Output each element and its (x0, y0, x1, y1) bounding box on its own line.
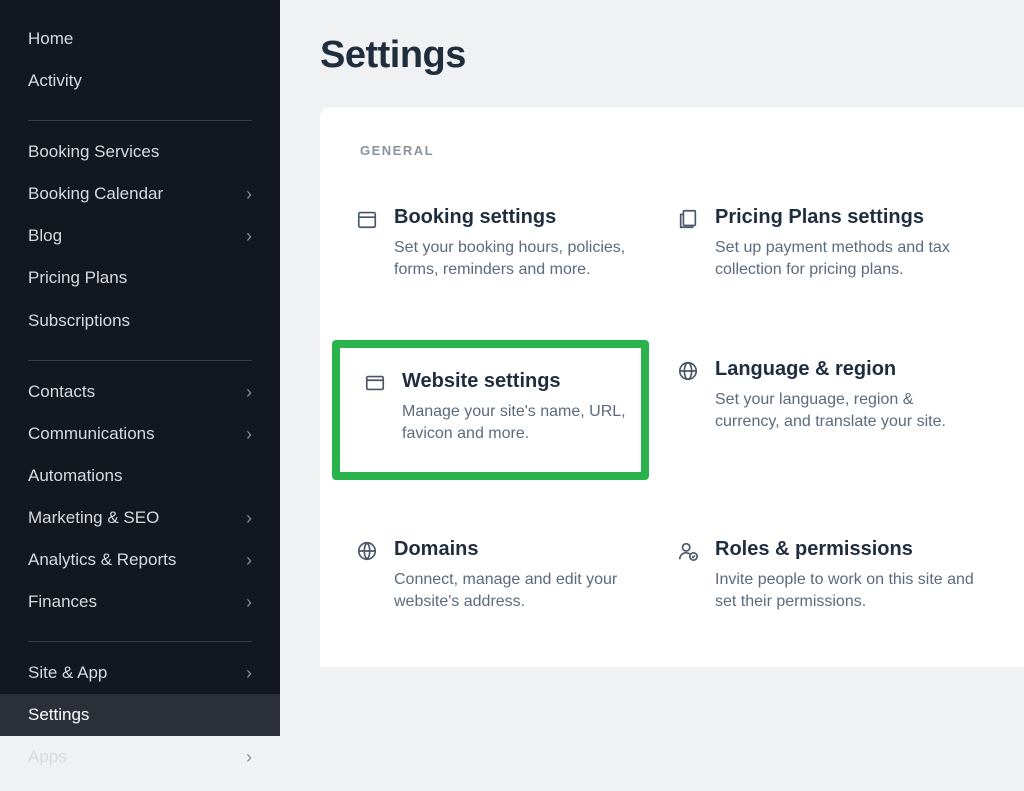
card-roles-permissions[interactable]: Roles & permissions Invite people to wor… (669, 520, 994, 632)
sidebar-divider (28, 641, 252, 642)
card-title: Pricing Plans settings (715, 206, 976, 229)
card-description: Invite people to work on this site and s… (715, 569, 976, 614)
sidebar-item-subscriptions[interactable]: Subscriptions (0, 300, 280, 342)
card-description: Set your booking hours, policies, forms,… (394, 237, 631, 282)
sidebar-item-blog[interactable]: Blog › (0, 215, 280, 257)
sidebar-item-automations[interactable]: Automations (0, 455, 280, 497)
sidebar-item-label: Home (28, 28, 73, 50)
card-body: Language & region Set your language, reg… (715, 358, 976, 434)
page-title: Settings (320, 34, 1024, 77)
sidebar-item-finances[interactable]: Finances › (0, 581, 280, 623)
sidebar-item-pricing-plans[interactable]: Pricing Plans (0, 257, 280, 299)
browser-window-icon (364, 372, 386, 394)
sidebar-item-label: Booking Calendar (28, 183, 163, 205)
settings-panel: GENERAL Booking settings Set your bookin… (320, 107, 1024, 667)
card-body: Booking settings Set your booking hours,… (394, 206, 631, 282)
chevron-right-icon: › (246, 185, 252, 203)
card-title: Roles & permissions (715, 538, 976, 561)
sidebar-item-settings[interactable]: Settings (0, 694, 280, 736)
card-booking-settings[interactable]: Booking settings Set your booking hours,… (324, 188, 649, 300)
sidebar-item-label: Marketing & SEO (28, 507, 159, 529)
card-description: Set your language, region & currency, an… (715, 389, 976, 434)
card-domains[interactable]: Domains Connect, manage and edit your we… (324, 520, 649, 632)
sidebar-item-label: Contacts (28, 381, 95, 403)
sidebar-divider (28, 360, 252, 361)
sidebar-item-label: Booking Services (28, 141, 159, 163)
sidebar-item-label: Pricing Plans (28, 267, 127, 289)
sidebar-item-label: Finances (28, 591, 97, 613)
card-title: Website settings (402, 370, 631, 393)
chevron-right-icon: › (246, 748, 252, 766)
sidebar-item-label: Subscriptions (28, 310, 130, 332)
sidebar-group-3: Contacts › Communications › Automations … (0, 371, 280, 636)
card-body: Roles & permissions Invite people to wor… (715, 538, 976, 614)
chevron-right-icon: › (246, 509, 252, 527)
sidebar-divider (28, 120, 252, 121)
card-body: Domains Connect, manage and edit your we… (394, 538, 631, 614)
sidebar-item-communications[interactable]: Communications › (0, 413, 280, 455)
sidebar-item-site-app[interactable]: Site & App › (0, 652, 280, 694)
sidebar-item-marketing-seo[interactable]: Marketing & SEO › (0, 497, 280, 539)
sidebar-item-analytics-reports[interactable]: Analytics & Reports › (0, 539, 280, 581)
sidebar-item-label: Automations (28, 465, 123, 487)
sidebar-item-booking-services[interactable]: Booking Services (0, 131, 280, 173)
chevron-right-icon: › (246, 227, 252, 245)
sidebar-group-4: Site & App › Settings Apps › (0, 652, 280, 790)
sidebar-item-label: Blog (28, 225, 62, 247)
sidebar-item-label: Settings (28, 704, 89, 726)
globe-icon (677, 360, 699, 382)
sidebar: Home Activity Booking Services Booking C… (0, 0, 280, 702)
card-description: Set up payment methods and tax collectio… (715, 237, 976, 282)
user-check-icon (677, 540, 699, 562)
chevron-right-icon: › (246, 383, 252, 401)
sidebar-item-home[interactable]: Home (0, 18, 280, 60)
card-title: Domains (394, 538, 631, 561)
sidebar-item-label: Activity (28, 70, 82, 92)
main-content: Settings GENERAL Booking settings Set yo… (280, 0, 1024, 702)
sidebar-group-1: Home Activity (0, 18, 280, 114)
card-description: Connect, manage and edit your website's … (394, 569, 631, 614)
globe-alt-icon (356, 540, 378, 562)
card-description: Manage your site's name, URL, favicon an… (402, 401, 631, 446)
sidebar-group-2: Booking Services Booking Calendar › Blog… (0, 131, 280, 353)
section-label-general: GENERAL (360, 143, 1024, 158)
sidebar-item-label: Site & App (28, 662, 107, 684)
settings-cards-grid: Booking settings Set your booking hours,… (320, 188, 1024, 631)
sidebar-item-apps[interactable]: Apps › (0, 736, 280, 778)
card-pricing-plans-settings[interactable]: Pricing Plans settings Set up payment me… (669, 188, 994, 300)
chevron-right-icon: › (246, 425, 252, 443)
sidebar-item-activity[interactable]: Activity (0, 60, 280, 102)
chevron-right-icon: › (246, 664, 252, 682)
document-stack-icon (677, 208, 699, 230)
card-website-settings[interactable]: Website settings Manage your site's name… (332, 340, 649, 480)
sidebar-item-label: Apps (28, 746, 67, 768)
sidebar-item-label: Communications (28, 423, 155, 445)
sidebar-item-label: Analytics & Reports (28, 549, 176, 571)
card-body: Website settings Manage your site's name… (402, 370, 631, 446)
chevron-right-icon: › (246, 551, 252, 569)
chevron-right-icon: › (246, 593, 252, 611)
card-title: Language & region (715, 358, 976, 381)
sidebar-item-booking-calendar[interactable]: Booking Calendar › (0, 173, 280, 215)
sidebar-item-contacts[interactable]: Contacts › (0, 371, 280, 413)
card-body: Pricing Plans settings Set up payment me… (715, 206, 976, 282)
calendar-icon (356, 208, 378, 230)
card-language-region[interactable]: Language & region Set your language, reg… (669, 340, 994, 480)
card-title: Booking settings (394, 206, 631, 229)
